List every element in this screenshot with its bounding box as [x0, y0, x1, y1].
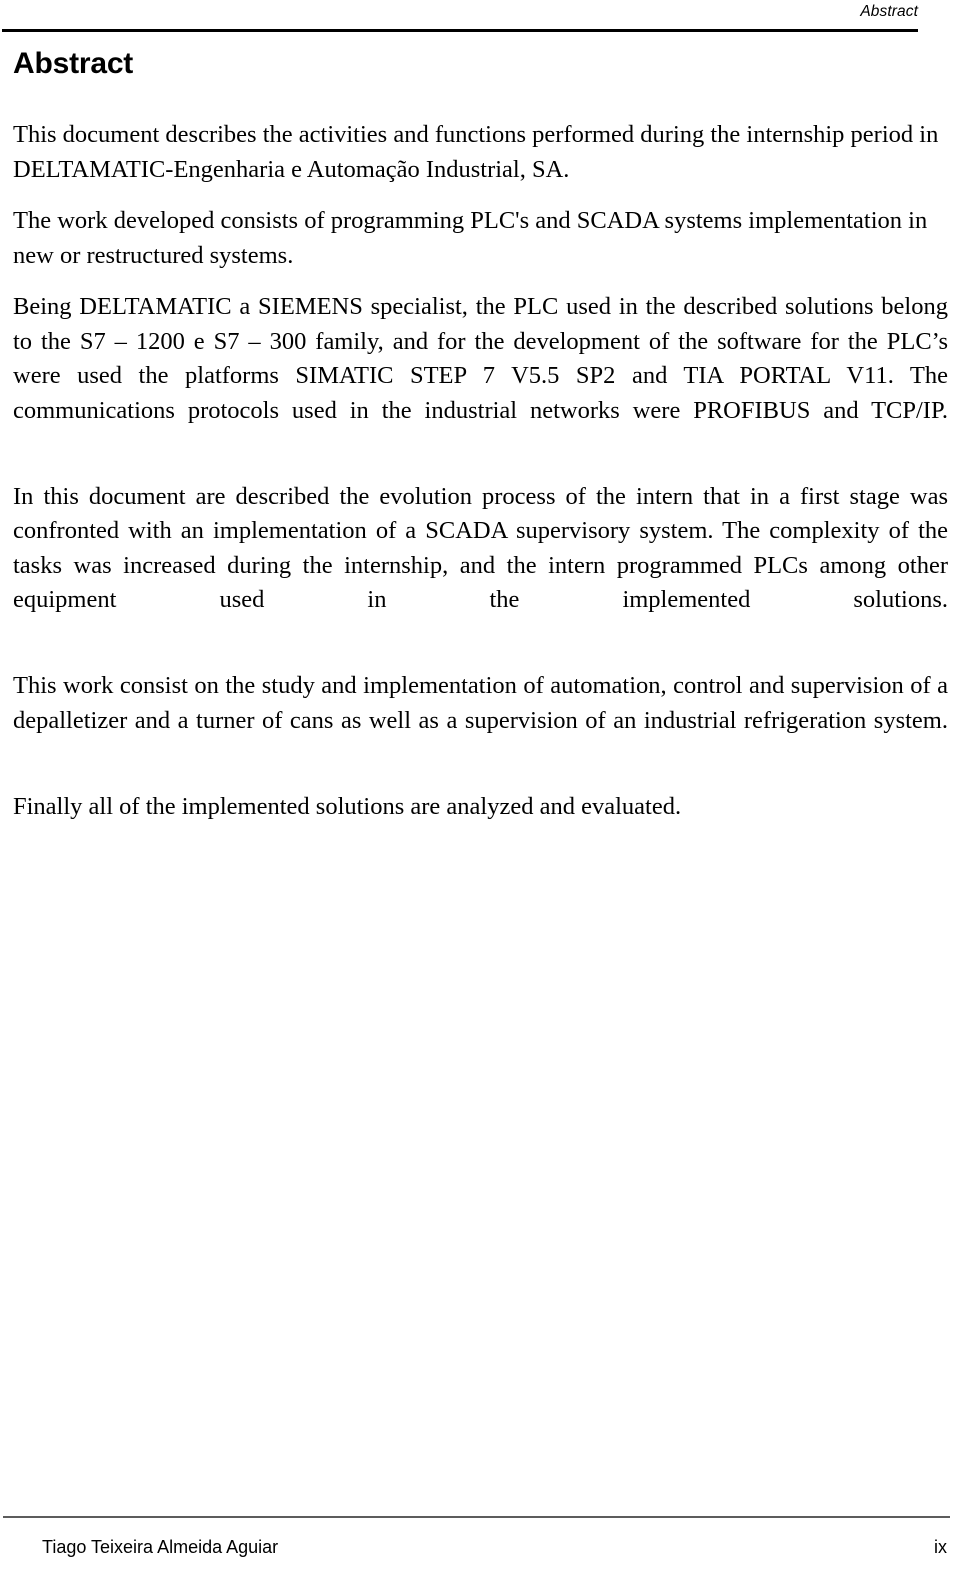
paragraph-3: Being DELTAMATIC a SIEMENS specialist, t… [13, 293, 948, 424]
running-header-title: Abstract [860, 3, 918, 20]
paragraph-4: In this document are described the evolu… [13, 482, 948, 614]
header-divider [2, 29, 918, 32]
footer-divider [3, 1516, 950, 1518]
footer-author-name: Tiago Teixeira Almeida Aguiar [42, 1537, 279, 1557]
page-footer: Tiago Teixeira Almeida Aguiar ix [0, 1510, 960, 1576]
paragraph-2: The work developed consists of programmi… [13, 207, 928, 269]
paragraph-1: This document describes the activities a… [13, 121, 939, 183]
page-header: Abstract [0, 0, 960, 40]
footer-row: Tiago Teixeira Almeida Aguiar ix [42, 1536, 947, 1558]
paragraph-5: This work consist on the study and imple… [13, 672, 948, 734]
footer-page-number: ix [934, 1537, 947, 1557]
page-title: Abstract [13, 47, 134, 80]
abstract-content: Abstract This document describes the act… [13, 46, 948, 824]
paragraph-6: Finally all of the implemented solutions… [13, 792, 682, 820]
